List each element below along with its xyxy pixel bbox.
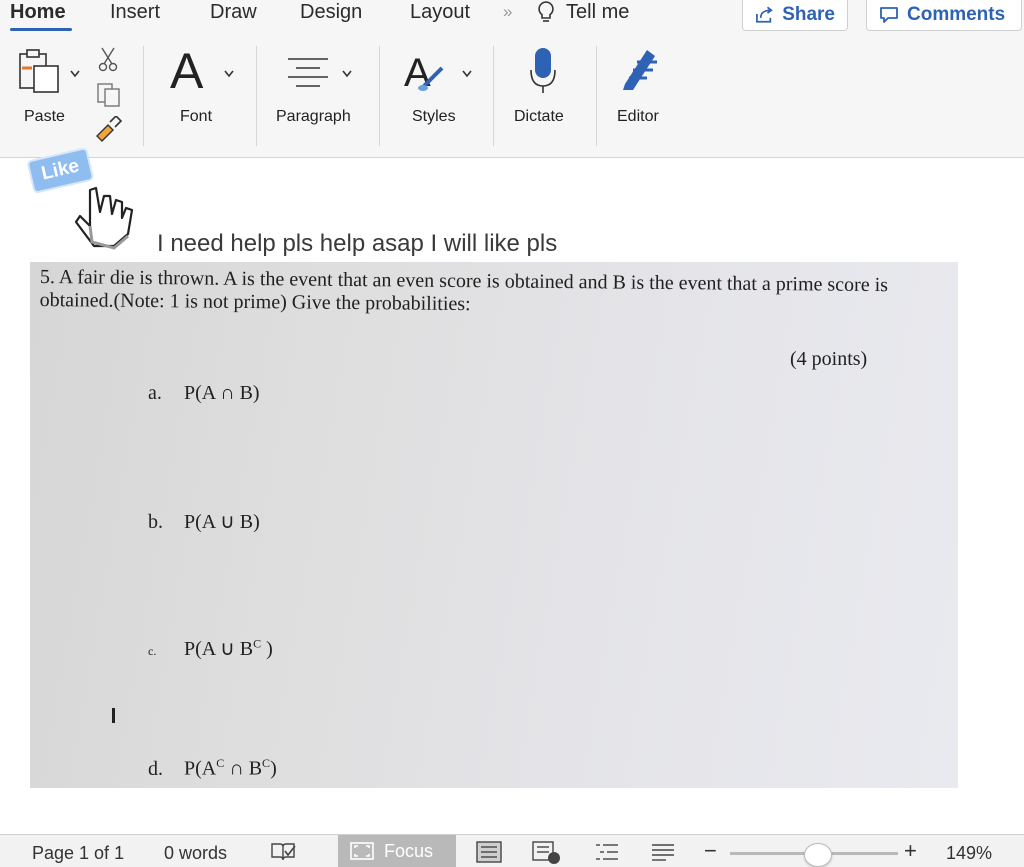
tab-home[interactable]: Home xyxy=(10,0,66,24)
chevron-down-icon xyxy=(462,70,472,78)
active-tab-indicator xyxy=(10,28,72,31)
styles-group[interactable]: A Styles xyxy=(386,40,486,152)
chevron-down-icon xyxy=(224,70,234,78)
editor-label: Editor xyxy=(617,108,659,125)
points-label: (4 points) xyxy=(790,348,868,370)
styles-brush-icon: A xyxy=(404,51,444,95)
item-expression-end: ) xyxy=(270,757,277,780)
item-letter: c. xyxy=(148,644,157,658)
align-center-icon xyxy=(288,58,328,87)
ribbon-tab-bar: Home Insert Draw Design Layout » Tell me… xyxy=(0,0,1024,40)
dictate-label: Dictate xyxy=(514,108,564,125)
focus-mode-button[interactable]: Focus xyxy=(338,835,456,867)
dictate-button[interactable]: Dictate xyxy=(500,40,590,152)
like-sticker: Like xyxy=(26,146,144,252)
paragraph-label: Paragraph xyxy=(276,108,351,125)
item-expression: P(A xyxy=(184,757,217,780)
chevron-down-icon xyxy=(342,70,352,78)
paragraph-group[interactable]: Paragraph xyxy=(262,40,372,152)
document-heading: I need help pls help asap I will like pl… xyxy=(157,230,558,257)
format-painter-icon[interactable] xyxy=(94,116,122,142)
text-cursor xyxy=(112,708,115,723)
editor-button[interactable]: Editor xyxy=(603,40,683,152)
comments-label: Comments xyxy=(907,4,1006,25)
tab-draw[interactable]: Draw xyxy=(210,0,257,24)
list-item: b. P(A ∪ B) xyxy=(148,509,260,534)
tell-me-label: Tell me xyxy=(566,0,630,23)
cut-icon[interactable] xyxy=(98,46,118,72)
ribbon-divider xyxy=(493,46,494,146)
item-letter: a. xyxy=(148,382,162,404)
paste-label: Paste xyxy=(24,108,65,125)
ribbon-divider xyxy=(143,46,144,146)
status-bar: Page 1 of 1 0 words Focus − + 149% xyxy=(0,834,1024,867)
zoom-in-button[interactable]: + xyxy=(904,838,917,864)
print-layout-icon[interactable] xyxy=(476,841,502,863)
tab-insert[interactable]: Insert xyxy=(110,0,160,24)
lightbulb-icon xyxy=(538,1,554,22)
copy-icon[interactable] xyxy=(96,82,122,108)
item-expression-end: ) xyxy=(261,638,273,660)
comment-icon xyxy=(880,7,898,23)
hand-pointer-icon xyxy=(74,186,134,250)
tab-overflow-chevron[interactable]: » xyxy=(503,0,512,24)
ribbon-divider xyxy=(596,46,597,146)
font-label: Font xyxy=(180,108,213,125)
comments-button[interactable]: Comments xyxy=(866,0,1022,31)
page-count[interactable]: Page 1 of 1 xyxy=(32,843,124,864)
tell-me-search[interactable]: Tell me xyxy=(536,0,629,24)
item-expression-mid: ∩ B xyxy=(224,757,263,780)
font-a-icon: A xyxy=(170,43,204,99)
item-expression: P(A ∪ B) xyxy=(184,511,260,533)
zoom-out-button[interactable]: − xyxy=(704,838,717,864)
proofing-icon[interactable] xyxy=(270,842,296,862)
chevron-down-icon[interactable] xyxy=(70,70,80,78)
complement-superscript: C xyxy=(262,756,271,770)
paste-icon[interactable] xyxy=(18,48,62,94)
font-group[interactable]: A Font xyxy=(150,40,250,152)
share-icon xyxy=(756,6,773,23)
editor-pen-icon xyxy=(623,50,657,90)
item-letter: d. xyxy=(148,757,163,780)
ribbon-divider xyxy=(256,46,257,146)
complement-superscript: C xyxy=(253,636,262,651)
list-item: c. P(A ∪ BC ) xyxy=(148,636,273,661)
focus-icon xyxy=(350,842,374,860)
zoom-slider-handle[interactable] xyxy=(804,843,832,867)
zoom-level[interactable]: 149% xyxy=(946,843,992,864)
styles-label: Styles xyxy=(412,108,456,125)
paste-group: Paste xyxy=(14,40,134,152)
share-label: Share xyxy=(782,4,835,25)
word-count[interactable]: 0 words xyxy=(164,843,227,864)
draft-view-icon[interactable] xyxy=(650,841,676,863)
item-letter: b. xyxy=(148,511,163,533)
focus-label: Focus xyxy=(384,840,434,861)
tab-design[interactable]: Design xyxy=(300,0,362,24)
outline-view-icon[interactable] xyxy=(594,841,620,863)
microphone-icon xyxy=(530,48,556,93)
item-expression: P(A ∩ B) xyxy=(184,382,260,404)
tab-layout[interactable]: Layout xyxy=(410,0,470,24)
ribbon-divider xyxy=(379,46,380,146)
web-layout-icon[interactable] xyxy=(532,841,562,865)
item-expression: P(A ∪ B xyxy=(184,638,254,660)
question-photo: 5. A fair die is thrown. A is the event … xyxy=(30,262,958,788)
question-text: 5. A fair die is thrown. A is the event … xyxy=(39,266,889,316)
ribbon-toolbar: Paste A Font Paragraph A Styles Dictate … xyxy=(0,40,1024,158)
share-button[interactable]: Share xyxy=(742,0,848,31)
list-item: a. P(A ∩ B) xyxy=(148,382,260,405)
list-item: d. P(AC ∩ BC) xyxy=(148,756,277,781)
